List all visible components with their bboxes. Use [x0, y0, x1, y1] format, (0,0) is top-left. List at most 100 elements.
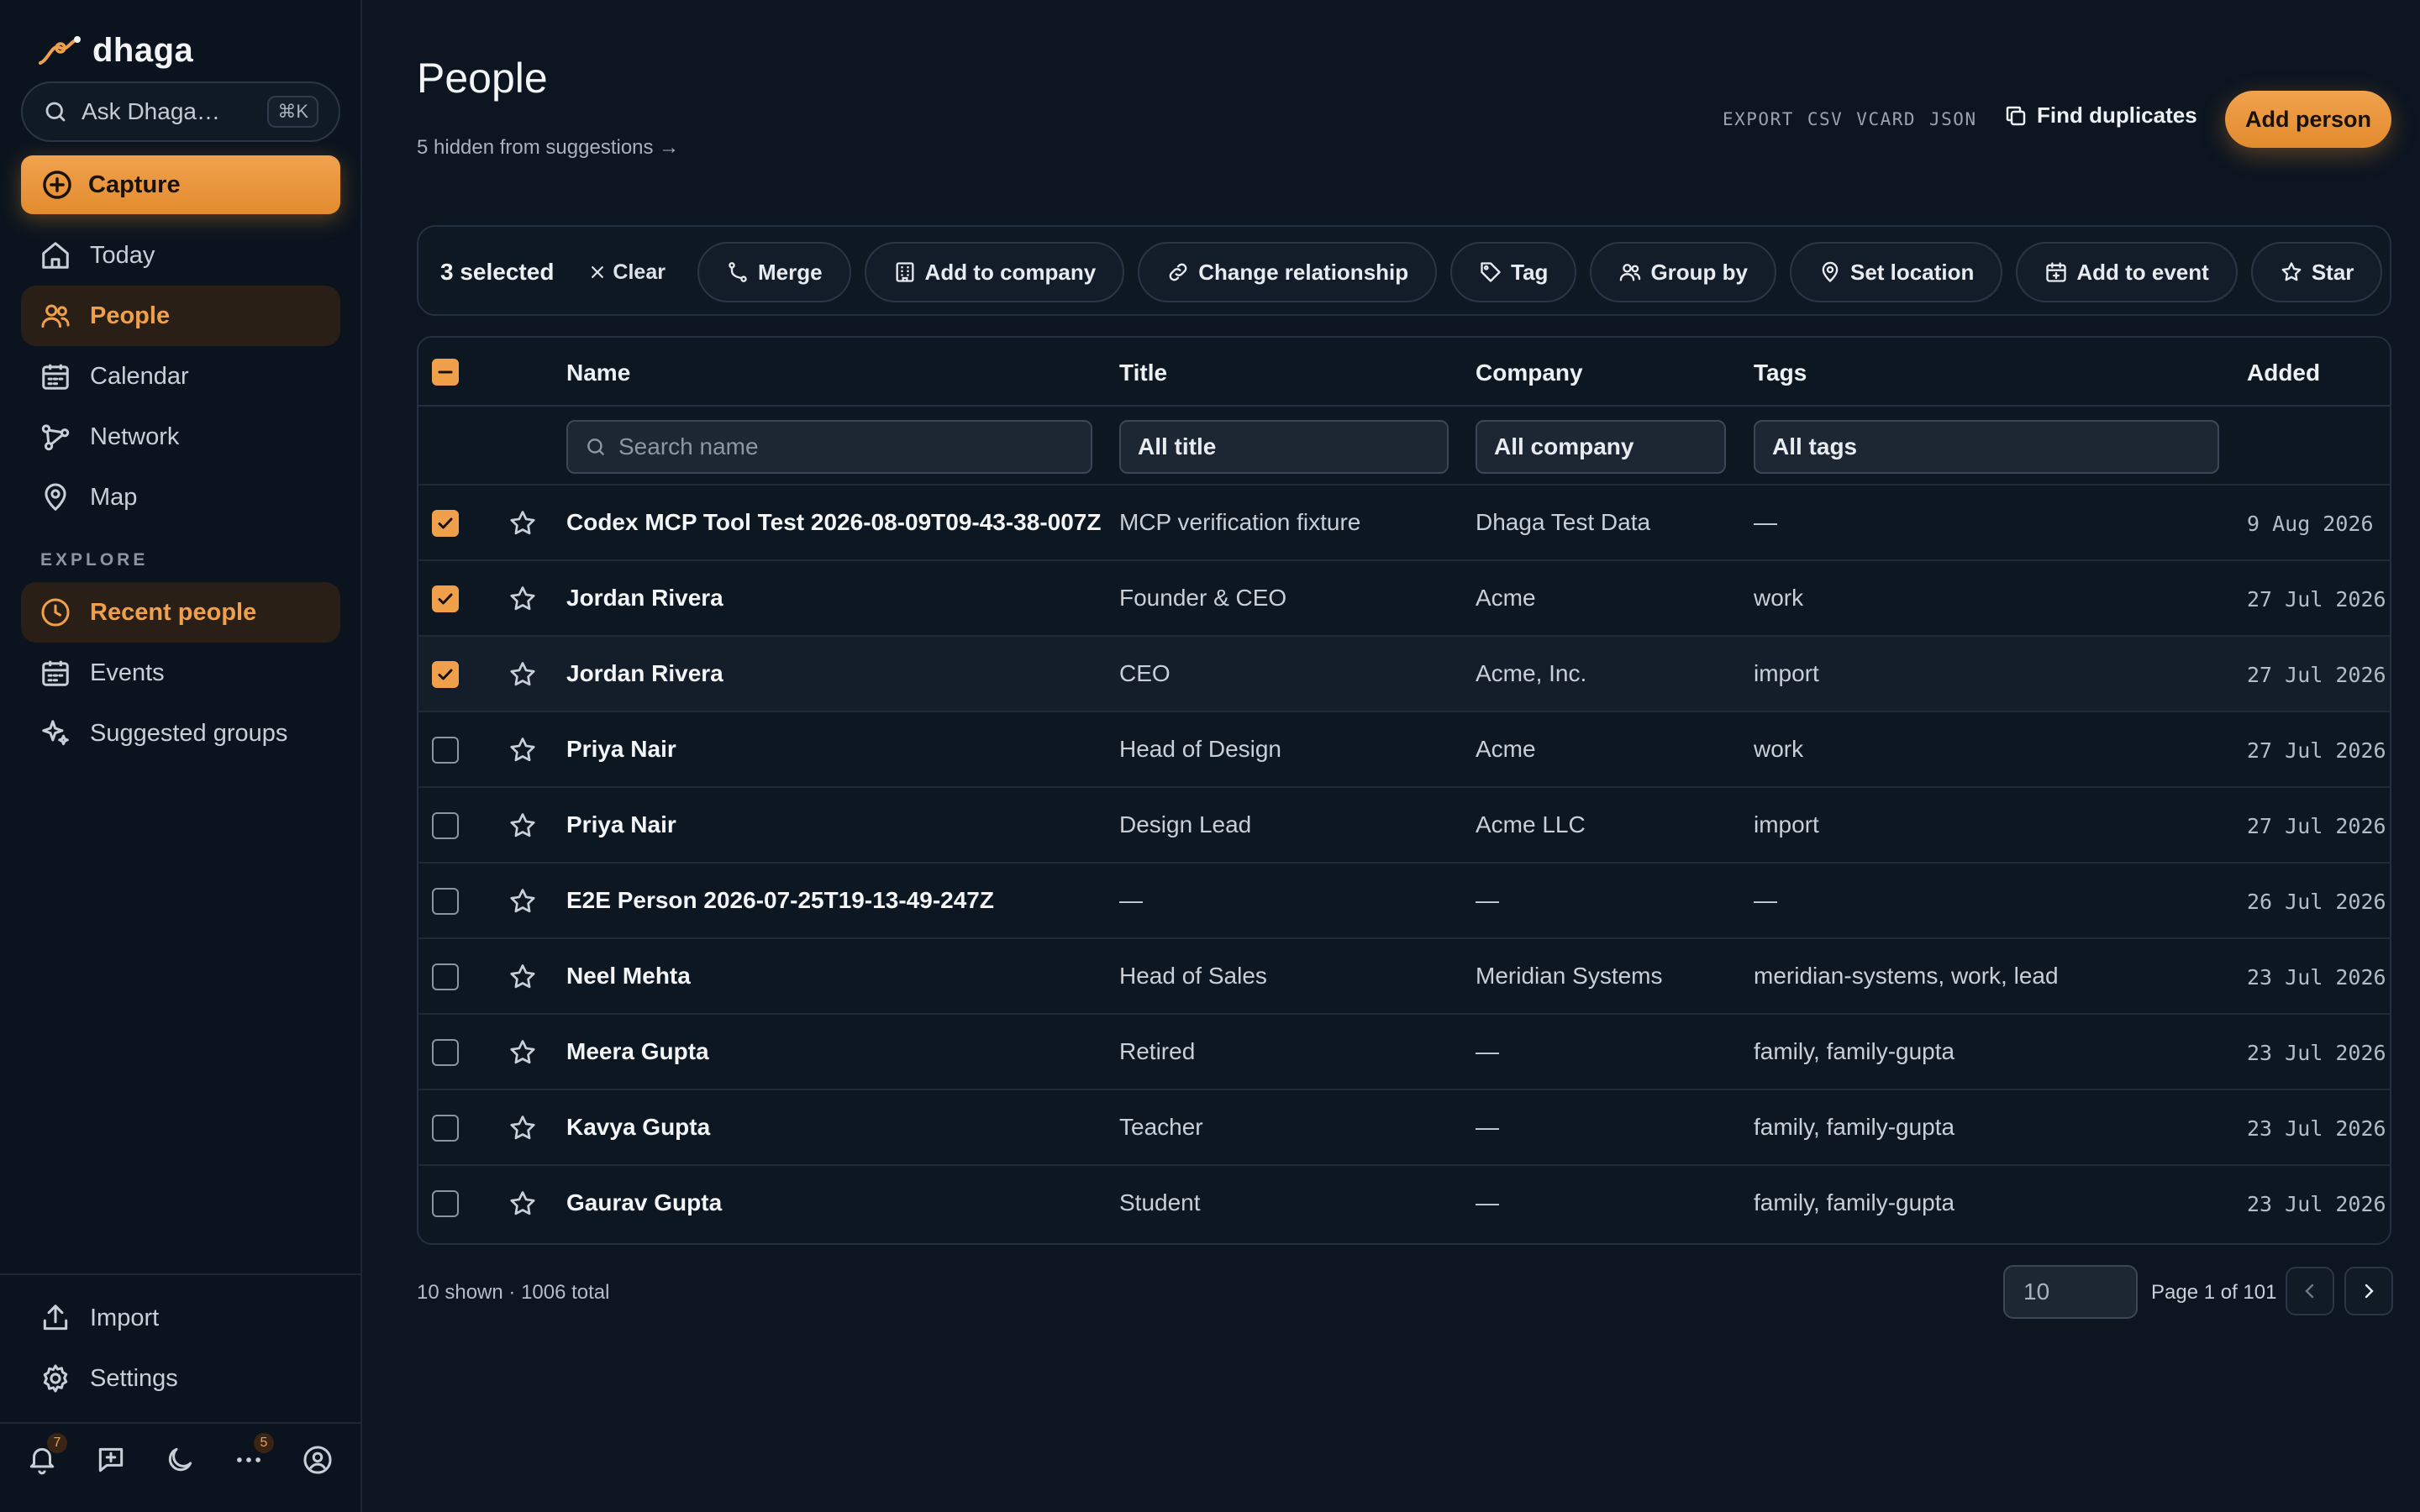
- row-checkbox[interactable]: [432, 812, 459, 839]
- sidebar-item-settings[interactable]: Settings: [21, 1348, 340, 1409]
- row-checkbox[interactable]: [432, 510, 459, 537]
- person-tags: import: [1754, 811, 1819, 837]
- theme-toggle-button[interactable]: [163, 1443, 197, 1477]
- prev-page-button[interactable]: [2286, 1267, 2334, 1315]
- feedback-button[interactable]: [94, 1443, 128, 1477]
- account-button[interactable]: [301, 1443, 334, 1477]
- star-toggle[interactable]: [508, 508, 538, 538]
- sidebar-item-people[interactable]: People: [21, 286, 340, 346]
- star-toggle[interactable]: [508, 735, 538, 765]
- sidebar-item-suggested-groups[interactable]: Suggested groups: [21, 703, 340, 764]
- column-header-title[interactable]: Title: [1119, 360, 1167, 386]
- table-row[interactable]: Priya Nair Design Lead Acme LLC import 27 Ju…: [418, 786, 2390, 862]
- column-header-company[interactable]: Company: [1476, 360, 1583, 386]
- set-location-button[interactable]: Set location: [1790, 242, 2003, 302]
- clear-selection-button[interactable]: Clear: [589, 260, 666, 285]
- star-toggle[interactable]: [508, 962, 538, 992]
- person-name[interactable]: Gaurav Gupta: [566, 1189, 722, 1216]
- table-row[interactable]: Gaurav Gupta Student — family, family-gupta…: [418, 1164, 2390, 1240]
- group-by-button[interactable]: Group by: [1590, 242, 1776, 302]
- add-person-button[interactable]: Add person: [2225, 91, 2391, 148]
- page-size-input[interactable]: 10: [2003, 1265, 2138, 1319]
- person-name[interactable]: Jordan Rivera: [566, 585, 723, 612]
- table-row[interactable]: Codex MCP Tool Test 2026-08-09T09-43-38-…: [418, 484, 2390, 559]
- sidebar-item-calendar[interactable]: Calendar: [21, 346, 340, 407]
- select-all-checkbox[interactable]: [432, 359, 459, 386]
- person-name[interactable]: E2E Person 2026-07-25T19-13-49-247Z: [566, 887, 994, 914]
- plus-circle-icon: [43, 171, 71, 199]
- column-header-name[interactable]: Name: [566, 360, 630, 386]
- table-row[interactable]: E2E Person 2026-07-25T19-13-49-247Z — — — 26…: [418, 862, 2390, 937]
- sidebar-item-events[interactable]: Events: [21, 643, 340, 703]
- star-button[interactable]: Star: [2250, 242, 2383, 302]
- person-name[interactable]: Neel Mehta: [566, 963, 691, 990]
- row-checkbox[interactable]: [432, 888, 459, 915]
- company-filter-select[interactable]: All company: [1476, 420, 1726, 474]
- table-row[interactable]: Neel Mehta Head of Sales Meridian Systems m…: [418, 937, 2390, 1013]
- person-name[interactable]: Meera Gupta: [566, 1038, 709, 1065]
- star-toggle[interactable]: [508, 1189, 538, 1219]
- ask-placeholder: Ask Dhaga…: [82, 98, 220, 124]
- person-name[interactable]: Priya Nair: [566, 811, 676, 838]
- sidebar-item-label: Import: [90, 1304, 160, 1331]
- row-checkbox[interactable]: [432, 1039, 459, 1066]
- column-header-tags[interactable]: Tags: [1754, 360, 1807, 386]
- star-toggle[interactable]: [508, 584, 538, 614]
- export-vcard-link[interactable]: VCARD: [1856, 109, 1916, 129]
- brand-logo[interactable]: dhaga: [37, 32, 193, 70]
- find-duplicates-button[interactable]: Find duplicates: [2003, 102, 2197, 129]
- person-title: Head of Design: [1119, 736, 1282, 762]
- next-page-button[interactable]: [2344, 1267, 2393, 1315]
- person-name[interactable]: Codex MCP Tool Test 2026-08-09T09-43-38-…: [566, 509, 1101, 536]
- row-checkbox[interactable]: [432, 661, 459, 688]
- column-header-added[interactable]: Added: [2247, 360, 2320, 386]
- person-name[interactable]: Jordan Rivera: [566, 660, 723, 687]
- export-csv-link[interactable]: CSV: [1807, 109, 1843, 129]
- clear-label: Clear: [613, 260, 666, 284]
- hidden-suggestions-link[interactable]: 5 hidden from suggestions →: [417, 136, 679, 160]
- row-checkbox[interactable]: [432, 585, 459, 612]
- sidebar-item-import[interactable]: Import: [21, 1288, 340, 1348]
- title-filter-select[interactable]: All title: [1119, 420, 1449, 474]
- table-row[interactable]: Jordan Rivera CEO Acme, Inc. import 27 Jul 2…: [418, 635, 2390, 711]
- row-checkbox[interactable]: [432, 1115, 459, 1142]
- export-json-link[interactable]: JSON: [1929, 109, 1977, 129]
- person-tags: —: [1754, 509, 1777, 535]
- star-toggle[interactable]: [508, 811, 538, 841]
- row-checkbox[interactable]: [432, 963, 459, 990]
- sidebar-item-today[interactable]: Today: [21, 225, 340, 286]
- change-relationship-button[interactable]: Change relationship: [1138, 242, 1438, 302]
- sidebar-item-network[interactable]: Network: [21, 407, 340, 467]
- row-checkbox[interactable]: [432, 737, 459, 764]
- tag-button[interactable]: Tag: [1450, 242, 1577, 302]
- table-row[interactable]: Kavya Gupta Teacher — family, family-gupta 2…: [418, 1089, 2390, 1164]
- person-company: Acme, Inc.: [1476, 660, 1587, 686]
- add-to-company-button[interactable]: Add to company: [864, 242, 1125, 302]
- table-row[interactable]: Meera Gupta Retired — family, family-gupta 2…: [418, 1013, 2390, 1089]
- row-checkbox[interactable]: [432, 1190, 459, 1217]
- add-to-event-button[interactable]: Add to event: [2016, 242, 2238, 302]
- person-name[interactable]: Kavya Gupta: [566, 1114, 710, 1141]
- sidebar-item-map[interactable]: Map: [21, 467, 340, 528]
- sidebar-item-recent-people[interactable]: Recent people: [21, 582, 340, 643]
- star-toggle[interactable]: [508, 1037, 538, 1068]
- merge-button[interactable]: Merge: [697, 242, 851, 302]
- ask-search-input[interactable]: Ask Dhaga… ⌘K: [21, 81, 340, 142]
- tags-filter-select[interactable]: All tags: [1754, 420, 2219, 474]
- star-toggle[interactable]: [508, 659, 538, 690]
- page-info: Page 1 of 101: [2151, 1281, 2277, 1304]
- star-toggle[interactable]: [508, 1113, 538, 1143]
- name-search-input[interactable]: Search name: [566, 420, 1092, 474]
- star-label: Star: [2311, 259, 2354, 285]
- more-button[interactable]: 5: [232, 1433, 274, 1477]
- person-tags: family, family-gupta: [1754, 1189, 1955, 1215]
- person-name[interactable]: Priya Nair: [566, 736, 676, 763]
- table-row[interactable]: Jordan Rivera Founder & CEO Acme work 27 Jul…: [418, 559, 2390, 635]
- capture-button[interactable]: Capture: [21, 155, 340, 214]
- star-toggle[interactable]: [508, 886, 538, 916]
- star-icon: [510, 964, 535, 989]
- person-tags: —: [1754, 887, 1777, 913]
- notifications-button[interactable]: 7: [25, 1433, 67, 1477]
- sidebar-divider: [0, 1273, 362, 1275]
- table-row[interactable]: Priya Nair Head of Design Acme work 27 Jul 2…: [418, 711, 2390, 786]
